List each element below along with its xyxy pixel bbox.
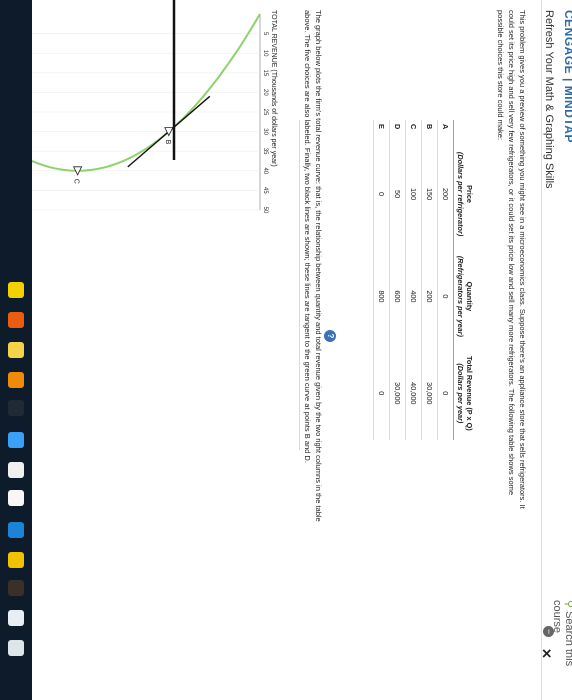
- tick-label: 30: [262, 128, 268, 135]
- orange-icon[interactable]: [8, 372, 24, 388]
- intro-paragraph: This problem gives you a preview of some…: [496, 10, 527, 509]
- table-row: A 200 0 0: [437, 120, 454, 440]
- table-header-empty: [453, 120, 476, 142]
- brand-bar: CENGAGE | MINDTAP ⚲Search this course: [551, 0, 572, 700]
- az-icon[interactable]: [8, 342, 24, 358]
- chart-axes: 5 10 15 20 25 30 35 40 45 50: [32, 14, 268, 214]
- tick-label: 10: [262, 50, 268, 57]
- revenue-chart: TOTAL REVENUE (Thousands of dollars per …: [32, 0, 277, 214]
- help-button[interactable]: ?: [324, 330, 336, 342]
- pen-icon[interactable]: [8, 462, 24, 478]
- brand-logo: CENGAGE | MINDTAP: [562, 10, 572, 143]
- page-subtitle: Refresh Your Math & Graphing Skills: [543, 10, 555, 189]
- pencil-icon[interactable]: [8, 282, 24, 298]
- tick-label: 40: [262, 167, 268, 174]
- tick-label: 45: [262, 187, 268, 194]
- file-icon[interactable]: [8, 610, 24, 626]
- brush-icon[interactable]: [8, 312, 24, 328]
- graph-description: The graph below plots the firm's total r…: [303, 10, 323, 522]
- table-header-quantity: Quantity (Refrigerators per year): [453, 246, 476, 347]
- chrome-icon[interactable]: [8, 640, 24, 656]
- tick-label: 35: [262, 148, 268, 155]
- tick-label: 25: [262, 109, 268, 116]
- app-icon[interactable]: [8, 580, 24, 596]
- table-row: D 50 600 30,000: [389, 120, 406, 440]
- table-row: B 150 200 30,000: [421, 120, 438, 440]
- table-row: E 0 800 0: [373, 120, 390, 440]
- tick-label: 50: [262, 207, 268, 214]
- y-axis-label: TOTAL REVENUE (Thousands of dollars per …: [270, 10, 277, 167]
- search-icon: ⚲: [563, 600, 572, 608]
- rotated-page: CENGAGE | MINDTAP ⚲Search this course − …: [0, 0, 572, 700]
- globe-icon[interactable]: [8, 522, 24, 538]
- chart-marks: BCD: [32, 0, 261, 184]
- tick-label: 5: [262, 32, 268, 36]
- tick-label: 15: [262, 69, 268, 76]
- point-label: C: [73, 179, 80, 184]
- revenue-table: Price (Dollars per refrigerator) Quantity…: [373, 120, 476, 440]
- section-divider: [299, 120, 300, 450]
- tick-label: 20: [262, 89, 268, 96]
- table-row: C 100 400 40,000: [405, 120, 422, 440]
- table-header-price: Price (Dollars per refrigerator): [453, 142, 476, 247]
- minimize-button[interactable]: −: [543, 626, 554, 637]
- search-course-link[interactable]: ⚲Search this course: [551, 600, 572, 700]
- pin-icon[interactable]: [8, 432, 24, 448]
- point-label: B: [164, 140, 171, 145]
- table-header-revenue: Total Revenue (P x Q) (Dollars per year): [453, 346, 476, 440]
- people-icon[interactable]: [8, 490, 24, 506]
- dark-app-icon[interactable]: [8, 400, 24, 416]
- header-divider: [541, 0, 542, 700]
- play-icon[interactable]: [8, 552, 24, 568]
